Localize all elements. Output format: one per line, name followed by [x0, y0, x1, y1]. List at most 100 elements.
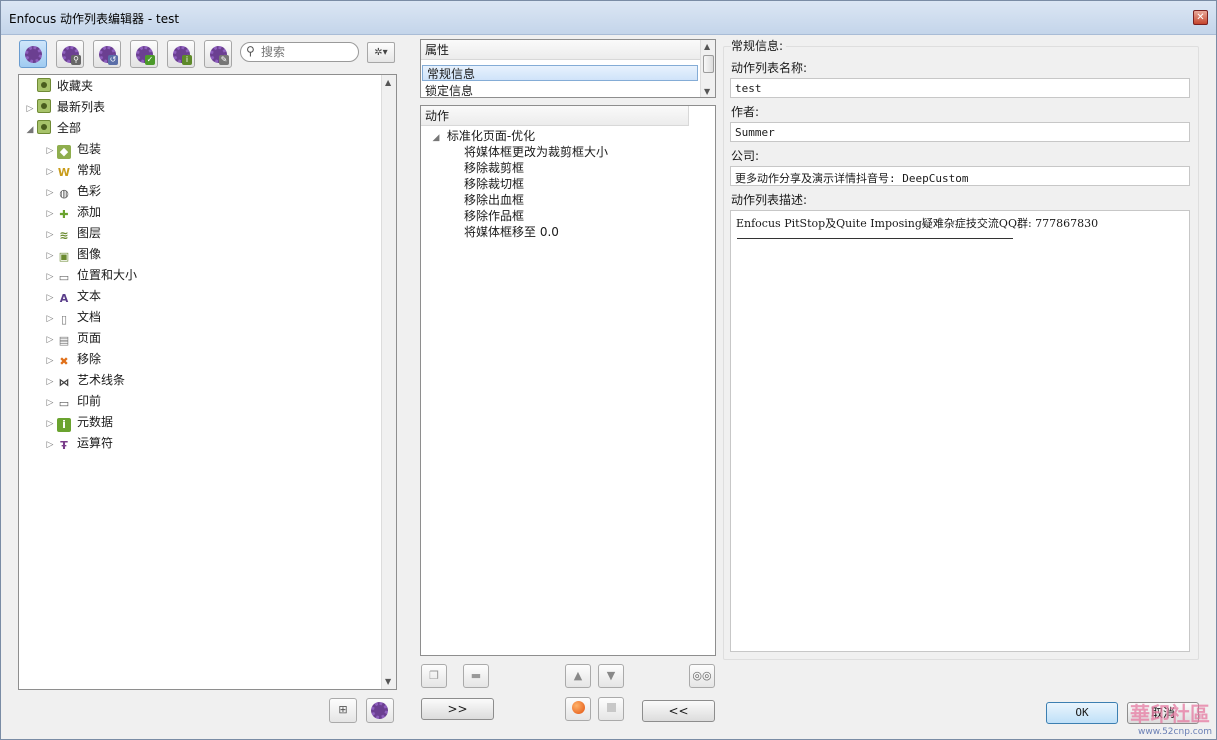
new-action-button[interactable]: ⊞ [329, 698, 357, 723]
scroll-down-arrow-icon[interactable]: ▼ [385, 677, 391, 686]
tree-item[interactable]: ▷ A 文本 [43, 286, 101, 306]
action-item[interactable]: 将媒体框移至 0.0 [464, 224, 559, 240]
tree-item[interactable]: ▷ ⋈ 艺术线条 [43, 370, 125, 390]
stop-button[interactable] [598, 697, 624, 721]
scroll-up-arrow-icon[interactable]: ▲ [704, 42, 710, 51]
folder-icon [37, 78, 51, 92]
tree-item[interactable]: ▷ 最新列表 [23, 97, 105, 117]
expand-arrow-icon[interactable]: ▷ [43, 225, 57, 245]
add-to-list-button[interactable]: >> [421, 698, 494, 720]
scroll-up-arrow-icon[interactable]: ▲ [385, 78, 391, 87]
package-icon: ◆ [57, 145, 71, 159]
ok-button[interactable]: OK [1046, 702, 1118, 724]
action-item[interactable]: 移除裁切框 [464, 176, 524, 192]
action-group[interactable]: ◢ 标准化页面-优化 [429, 128, 536, 146]
expand-arrow-icon[interactable]: ▷ [43, 435, 57, 455]
tree-item[interactable]: ▷ ▯ 文档 [43, 307, 101, 327]
tree-item[interactable]: 收藏夹 [23, 76, 93, 96]
collapse-arrow-icon[interactable]: ◢ [23, 120, 37, 140]
expand-arrow-icon[interactable]: ▷ [43, 372, 57, 392]
info-icon: i [57, 418, 71, 432]
properties-item-general[interactable]: 常规信息 [422, 65, 698, 81]
tree-item[interactable]: ▷ ≋ 图层 [43, 223, 101, 243]
tree-item-label: 添加 [77, 205, 102, 219]
actions-list[interactable]: 动作 ◢ 标准化页面-优化 将媒体框更改为裁剪框大小 移除裁剪框 移除裁切框 移除出血… [420, 105, 716, 656]
tree-item[interactable]: ▷ W 常规 [43, 160, 101, 180]
settings-dropdown[interactable]: ✲▾ [367, 42, 395, 63]
properties-list[interactable]: 属性 常规信息 锁定信息 ▲ ▼ [420, 39, 716, 98]
description-field[interactable]: Enfocus PitStop及Quite Imposing疑难杂症技交流QQ群… [730, 210, 1190, 652]
tree-scrollbar[interactable]: ▲ ▼ [381, 75, 396, 689]
properties-header: 属性 [421, 40, 701, 60]
expand-arrow-icon[interactable]: ▷ [43, 330, 57, 350]
expand-arrow-icon[interactable]: ▷ [43, 288, 57, 308]
scroll-thumb[interactable] [703, 55, 714, 73]
tree-item[interactable]: ▷ ▣ 图像 [43, 244, 101, 264]
remove-icon: ✖ [59, 355, 69, 368]
expand-arrow-icon[interactable]: ▷ [43, 309, 57, 329]
tree-item[interactable]: ▷ ◍ 色彩 [43, 181, 101, 201]
toolbar-search-actions-button[interactable]: ⚲ [56, 40, 84, 68]
tree-item-label: 运算符 [77, 436, 114, 450]
properties-item-lock[interactable]: 锁定信息 [421, 83, 697, 97]
expand-arrow-icon[interactable]: ▷ [43, 162, 57, 182]
expand-arrow-icon[interactable]: ▷ [43, 204, 57, 224]
watermark-logo: 華印社區 [1130, 702, 1210, 726]
remove-from-list-button[interactable]: << [642, 700, 715, 722]
duplicate-action-button[interactable]: ❐ [421, 664, 447, 688]
tree-item[interactable]: ▷ ▭ 印前 [43, 391, 101, 411]
expand-arrow-icon[interactable]: ▷ [43, 267, 57, 287]
action-library-tree[interactable]: 收藏夹 ▷ 最新列表 ◢ 全部 ▷ ◆ 包装 ▷ W 常规 ▷ ◍ 色彩 ▷ ✚ 添加 ▷ ≋ 图层 ▷ ▣ 图像 ▷ ▭ 位置和… [18, 74, 397, 690]
toolbar-edit-actions-button[interactable]: ✎ [204, 40, 232, 68]
expand-arrow-icon[interactable]: ▷ [43, 246, 57, 266]
tree-item-label: 印前 [77, 394, 102, 408]
info-icon: i [182, 55, 192, 65]
toolbar-all-actions-button[interactable] [19, 40, 47, 68]
new-page-icon: ⊞ [338, 703, 348, 716]
tree-item[interactable]: ▷ ▤ 页面 [43, 328, 101, 348]
tree-item-label: 文档 [77, 310, 102, 324]
expand-arrow-icon[interactable]: ▷ [43, 141, 57, 161]
action-item[interactable]: 将媒体框更改为裁剪框大小 [464, 144, 608, 160]
tree-item[interactable]: ▷ ◆ 包装 [43, 139, 101, 159]
tree-item[interactable]: ▷ ✖ 移除 [43, 349, 101, 369]
search-box[interactable]: ⚲ [240, 42, 359, 62]
record-button[interactable] [565, 697, 591, 721]
collapse-arrow-icon[interactable]: ◢ [429, 130, 443, 146]
toolbar-check-actions-button[interactable]: ✓ [130, 40, 158, 68]
action-item[interactable]: 移除裁剪框 [464, 160, 524, 176]
tree-item-label: 收藏夹 [57, 79, 94, 93]
action-item[interactable]: 移除出血框 [464, 192, 524, 208]
properties-scrollbar[interactable]: ▲ ▼ [700, 40, 715, 97]
toolbar-info-actions-button[interactable]: i [167, 40, 195, 68]
tree-item[interactable]: ▷ ✚ 添加 [43, 202, 101, 222]
expand-arrow-icon[interactable]: ▷ [43, 183, 57, 203]
author-field[interactable]: Summer [730, 122, 1190, 142]
scroll-down-arrow-icon[interactable]: ▼ [704, 87, 710, 96]
company-field[interactable]: 更多动作分享及演示详情抖音号: DeepCustom [730, 166, 1190, 186]
remove-action-button[interactable]: ▬ [463, 664, 489, 688]
expand-arrow-icon[interactable]: ▷ [43, 414, 57, 434]
new-gear-action-button[interactable] [366, 698, 394, 723]
arrow-down-icon: ▼ [606, 669, 616, 682]
tree-item[interactable]: ◢ 全部 [23, 118, 81, 138]
tree-item[interactable]: ▷ Ŧ 运算符 [43, 433, 113, 453]
move-down-button[interactable]: ▼ [598, 664, 624, 688]
tree-item[interactable]: ▷ ▭ 位置和大小 [43, 265, 137, 285]
crown-icon: W [57, 166, 71, 179]
expand-arrow-icon[interactable]: ▷ [23, 99, 37, 119]
tree-item[interactable]: ▷ i 元数据 [43, 412, 113, 432]
toolbar-recent-actions-button[interactable]: ↺ [93, 40, 121, 68]
expand-arrow-icon[interactable]: ▷ [43, 351, 57, 371]
expand-arrow-icon[interactable]: ▷ [43, 393, 57, 413]
name-field[interactable]: test [730, 78, 1190, 98]
search-input[interactable] [259, 44, 355, 60]
move-up-button[interactable]: ▲ [565, 664, 591, 688]
tree-item-label: 常规 [77, 163, 102, 177]
preview-button[interactable]: ◎◎ [689, 664, 715, 688]
folder-icon [37, 120, 51, 134]
title-bar: Enfocus 动作列表编辑器 - test ✕ [1, 1, 1216, 35]
action-item[interactable]: 移除作品框 [464, 208, 524, 224]
close-button[interactable]: ✕ [1193, 10, 1208, 25]
description-label: 动作列表描述: [731, 193, 808, 207]
